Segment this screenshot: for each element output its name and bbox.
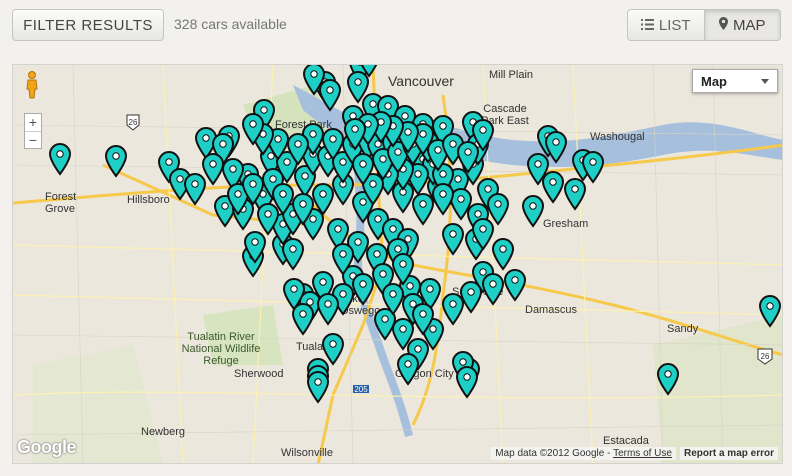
zoom-in-button[interactable]: + xyxy=(25,114,41,131)
car-pin[interactable] xyxy=(521,194,545,228)
map-credits: Map data ©2012 Google - Terms of Use Rep… xyxy=(491,447,778,460)
car-pin[interactable] xyxy=(183,172,207,206)
car-pin[interactable] xyxy=(201,152,225,186)
car-pin[interactable] xyxy=(656,362,680,396)
street-view-pegman[interactable] xyxy=(21,70,43,104)
car-pin[interactable] xyxy=(441,292,465,326)
view-toggle: LIST MAP xyxy=(627,9,781,41)
car-pin[interactable] xyxy=(486,192,510,226)
car-pin[interactable] xyxy=(281,237,305,271)
car-pin[interactable] xyxy=(291,302,315,336)
map-view-label: MAP xyxy=(732,16,766,34)
car-pin[interactable] xyxy=(316,292,340,326)
car-pin[interactable] xyxy=(431,182,455,216)
pegman-icon xyxy=(25,70,39,104)
car-pin[interactable] xyxy=(411,192,435,226)
results-count: 328 cars available xyxy=(174,16,287,32)
map-view-button[interactable]: MAP xyxy=(703,10,780,40)
zoom-control: + − xyxy=(24,113,42,149)
zoom-out-button[interactable]: − xyxy=(25,130,41,149)
car-pin[interactable] xyxy=(321,332,345,366)
car-pin[interactable] xyxy=(318,78,342,112)
map-type-select[interactable]: Map xyxy=(692,69,778,93)
chevron-down-icon xyxy=(761,79,769,84)
car-pin[interactable] xyxy=(563,177,587,211)
map-canvas[interactable]: 26 26 205 205 Vancouver Mill Plain Casca… xyxy=(12,64,783,464)
car-pin[interactable] xyxy=(481,272,505,306)
car-pin[interactable] xyxy=(544,130,568,164)
car-pins-layer xyxy=(48,65,782,404)
google-logo: Google xyxy=(17,437,77,457)
terms-of-use-link[interactable]: Terms of Use xyxy=(613,448,672,459)
car-pin[interactable] xyxy=(104,144,128,178)
list-icon xyxy=(640,17,654,34)
car-pin[interactable] xyxy=(351,272,375,306)
toolbar: FILTER RESULTS 328 cars available LIST M… xyxy=(0,0,792,58)
report-map-error-link[interactable]: Report a map error xyxy=(679,447,778,460)
list-view-label: LIST xyxy=(658,16,691,34)
car-pin[interactable] xyxy=(396,352,420,386)
car-pin[interactable] xyxy=(48,142,72,176)
car-pin[interactable] xyxy=(503,268,527,302)
car-pin[interactable] xyxy=(491,237,515,271)
car-pin[interactable] xyxy=(758,294,782,328)
filter-results-button[interactable]: FILTER RESULTS xyxy=(12,9,164,41)
map-marker-icon xyxy=(718,16,728,34)
car-pin[interactable] xyxy=(306,370,330,404)
car-pin[interactable] xyxy=(455,365,479,399)
map-type-label: Map xyxy=(701,73,727,89)
car-pin[interactable] xyxy=(441,222,465,256)
map-attribution: Map data ©2012 Google - Terms of Use xyxy=(491,447,676,460)
car-pin[interactable] xyxy=(541,170,565,204)
list-view-button[interactable]: LIST xyxy=(628,10,704,40)
